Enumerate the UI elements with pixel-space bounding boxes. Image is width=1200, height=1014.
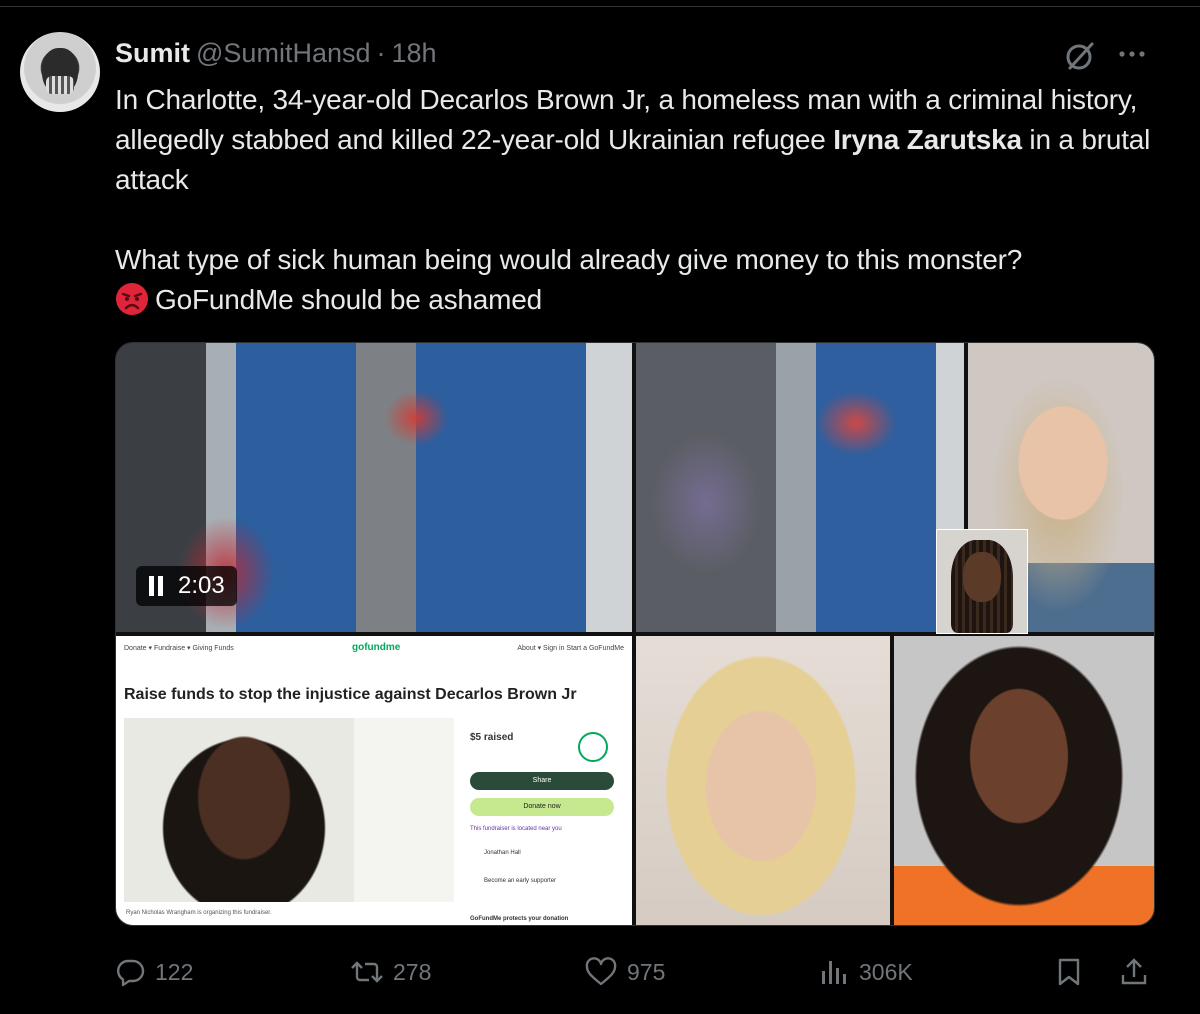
gofundme-screenshot[interactable]: Donate ▾ Fundraise ▾ Giving Funds gofund… bbox=[116, 636, 632, 925]
bold-name: Iryna Zarutska bbox=[833, 124, 1022, 155]
pause-icon[interactable] bbox=[148, 576, 164, 596]
like-count: 975 bbox=[627, 958, 666, 985]
heart-icon bbox=[585, 957, 617, 986]
gofundme-organizer: Ryan Nicholas Wrangham is organizing thi… bbox=[126, 910, 272, 916]
more-options-icon[interactable] bbox=[1114, 40, 1150, 68]
progress-ring-icon bbox=[578, 732, 608, 762]
separator: · bbox=[376, 37, 386, 68]
media-grid[interactable]: 2:03 Donate ▾ Fundraise ▾ Giving Funds g… bbox=[115, 342, 1155, 926]
gofundme-donor: Jonathan Hall bbox=[484, 850, 521, 856]
repost-count: 278 bbox=[393, 958, 432, 985]
views-count: 306K bbox=[859, 958, 913, 985]
reply-icon bbox=[116, 959, 145, 987]
reply-button[interactable]: 122 bbox=[115, 948, 193, 996]
gofundme-donate-button: Donate now bbox=[470, 798, 614, 816]
gofundme-nav-right: About ▾ Sign in Start a GoFundMe bbox=[517, 645, 624, 652]
gofundme-title: Raise funds to stop the injustice agains… bbox=[124, 686, 577, 703]
gofundme-nav-left: Donate ▾ Fundraise ▾ Giving Funds bbox=[124, 645, 234, 652]
action-bar: 122 278 975 306K bbox=[115, 948, 1155, 996]
timestamp[interactable]: 18h bbox=[392, 38, 437, 69]
divider bbox=[0, 6, 1200, 7]
views-button[interactable]: 306K bbox=[819, 948, 913, 996]
repost-icon bbox=[351, 961, 383, 983]
tweet-text-part: GoFundMe should be ashamed bbox=[155, 284, 543, 315]
tweet-paragraph-3: GoFundMe should be ashamed bbox=[115, 280, 1175, 320]
author-name[interactable]: Sumit bbox=[115, 38, 190, 69]
tweet-text: In Charlotte, 34-year-old Decarlos Brown… bbox=[115, 80, 1175, 320]
bookmark-button[interactable] bbox=[1055, 948, 1083, 996]
gofundme-sidebar: $5 raised Share Donate now This fundrais… bbox=[470, 732, 614, 884]
author-handle[interactable]: @SumitHansd bbox=[196, 38, 370, 69]
photo-mugshot[interactable] bbox=[894, 636, 1154, 925]
photo-woman-portrait[interactable] bbox=[636, 636, 890, 925]
video-frame-train-2[interactable] bbox=[636, 343, 964, 632]
video-controls[interactable]: 2:03 bbox=[136, 566, 237, 606]
video-timer: 2:03 bbox=[178, 572, 225, 599]
gofundme-donor: Become an early supporter bbox=[484, 878, 557, 884]
gofundme-video bbox=[124, 718, 454, 902]
views-icon bbox=[822, 961, 846, 984]
grok-icon[interactable] bbox=[1062, 38, 1098, 74]
tweet-paragraph-1: In Charlotte, 34-year-old Decarlos Brown… bbox=[115, 80, 1175, 200]
reply-count: 122 bbox=[155, 958, 194, 985]
share-icon bbox=[1121, 958, 1147, 985]
inset-mugshot bbox=[936, 529, 1028, 634]
avatar-mask bbox=[46, 76, 74, 94]
tweet-header: Sumit @SumitHansd · 18h bbox=[115, 36, 437, 70]
avatar[interactable] bbox=[20, 32, 100, 112]
gofundme-logo: gofundme bbox=[352, 642, 401, 653]
tweet-paragraph-2: What type of sick human being would alre… bbox=[115, 244, 1023, 275]
video-frame-train[interactable]: 2:03 bbox=[116, 343, 632, 632]
like-button[interactable]: 975 bbox=[585, 948, 665, 996]
bookmark-icon bbox=[1058, 958, 1080, 986]
gofundme-location: This fundraiser is located near you bbox=[470, 826, 562, 832]
angry-face-icon bbox=[116, 283, 148, 315]
gofundme-share-button: Share bbox=[470, 772, 614, 790]
gofundme-protect: GoFundMe protects your donation bbox=[470, 916, 569, 922]
share-button[interactable] bbox=[1119, 948, 1149, 996]
gofundme-nav: Donate ▾ Fundraise ▾ Giving Funds gofund… bbox=[124, 642, 624, 658]
repost-button[interactable]: 278 bbox=[351, 948, 431, 996]
